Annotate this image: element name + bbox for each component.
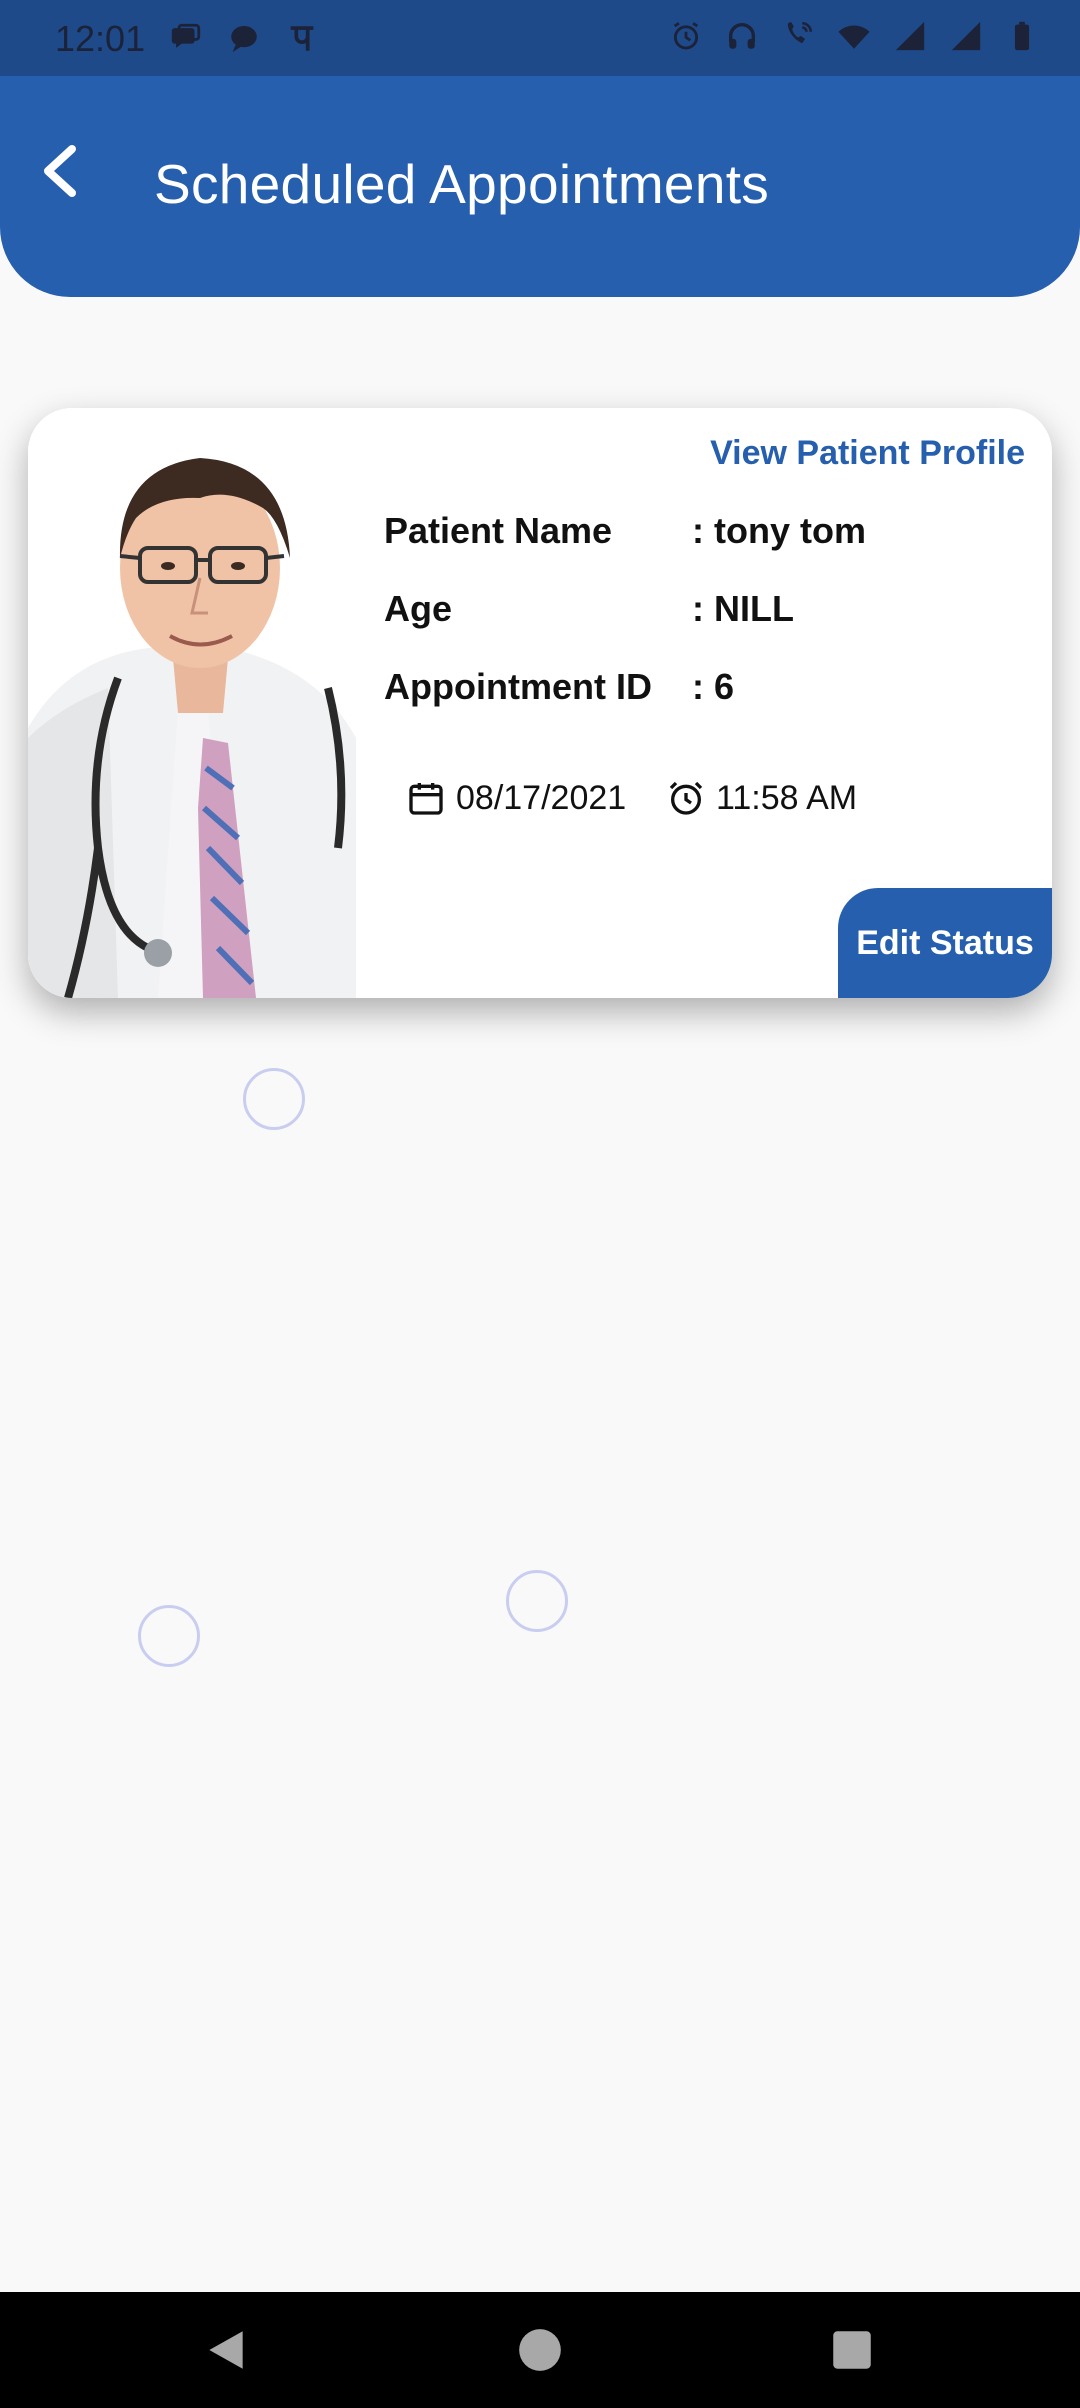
alarm-clock-icon <box>669 781 703 815</box>
loading-ring <box>138 1605 200 1667</box>
calendar-icon <box>409 783 443 815</box>
status-bar: 12:01 <box>0 0 1080 76</box>
appointment-card: View Patient Profile Patient Name : tony… <box>28 408 1052 998</box>
headphones-icon <box>724 18 760 54</box>
system-nav-bar <box>0 2292 1080 2408</box>
loading-ring <box>506 1570 568 1632</box>
nav-recents-button[interactable] <box>824 2322 880 2378</box>
appointment-date: 08/17/2021 <box>406 778 626 818</box>
back-triangle-icon <box>209 2331 243 2369</box>
appointment-id-label: Appointment ID <box>384 666 652 707</box>
appointment-date-text: 08/17/2021 <box>456 778 627 817</box>
signal-icon <box>892 18 928 54</box>
loading-ring <box>243 1068 305 1130</box>
alarm-icon <box>668 18 704 54</box>
appointment-time-text: 11:58 AM <box>716 778 858 817</box>
nav-home-button[interactable] <box>512 2322 568 2378</box>
recents-square-icon <box>833 2331 871 2369</box>
chevron-left-icon <box>44 145 76 197</box>
status-right-icons <box>668 18 1040 54</box>
patient-name-value: : tony tom <box>692 510 866 551</box>
age-label: Age <box>384 588 453 629</box>
app-bar: Scheduled Appointments <box>0 76 1080 297</box>
view-patient-profile-link[interactable]: View Patient Profile <box>710 434 1025 473</box>
page-title: Scheduled Appointments <box>154 153 770 215</box>
age-value: : NILL <box>692 588 794 629</box>
phonepe-icon <box>284 20 320 56</box>
status-time: 12:01 <box>55 18 146 59</box>
wifi-call-icon <box>780 18 816 54</box>
appointment-id-value: : 6 <box>692 666 735 707</box>
appointment-time: 11:58 AM <box>666 778 857 818</box>
battery-icon <box>1004 18 1040 54</box>
edit-status-button[interactable]: Edit Status <box>838 888 1052 998</box>
wifi-icon <box>836 18 872 54</box>
doctor-photo <box>28 408 356 998</box>
chat-bubble-icon <box>226 20 262 56</box>
back-button[interactable] <box>30 141 90 201</box>
patient-name-label: Patient Name <box>384 510 613 551</box>
home-circle-icon <box>519 2329 561 2371</box>
message-icon <box>168 20 204 56</box>
nav-back-button[interactable] <box>198 2322 254 2378</box>
status-left-icons <box>168 20 320 56</box>
signal-icon <box>948 18 984 54</box>
